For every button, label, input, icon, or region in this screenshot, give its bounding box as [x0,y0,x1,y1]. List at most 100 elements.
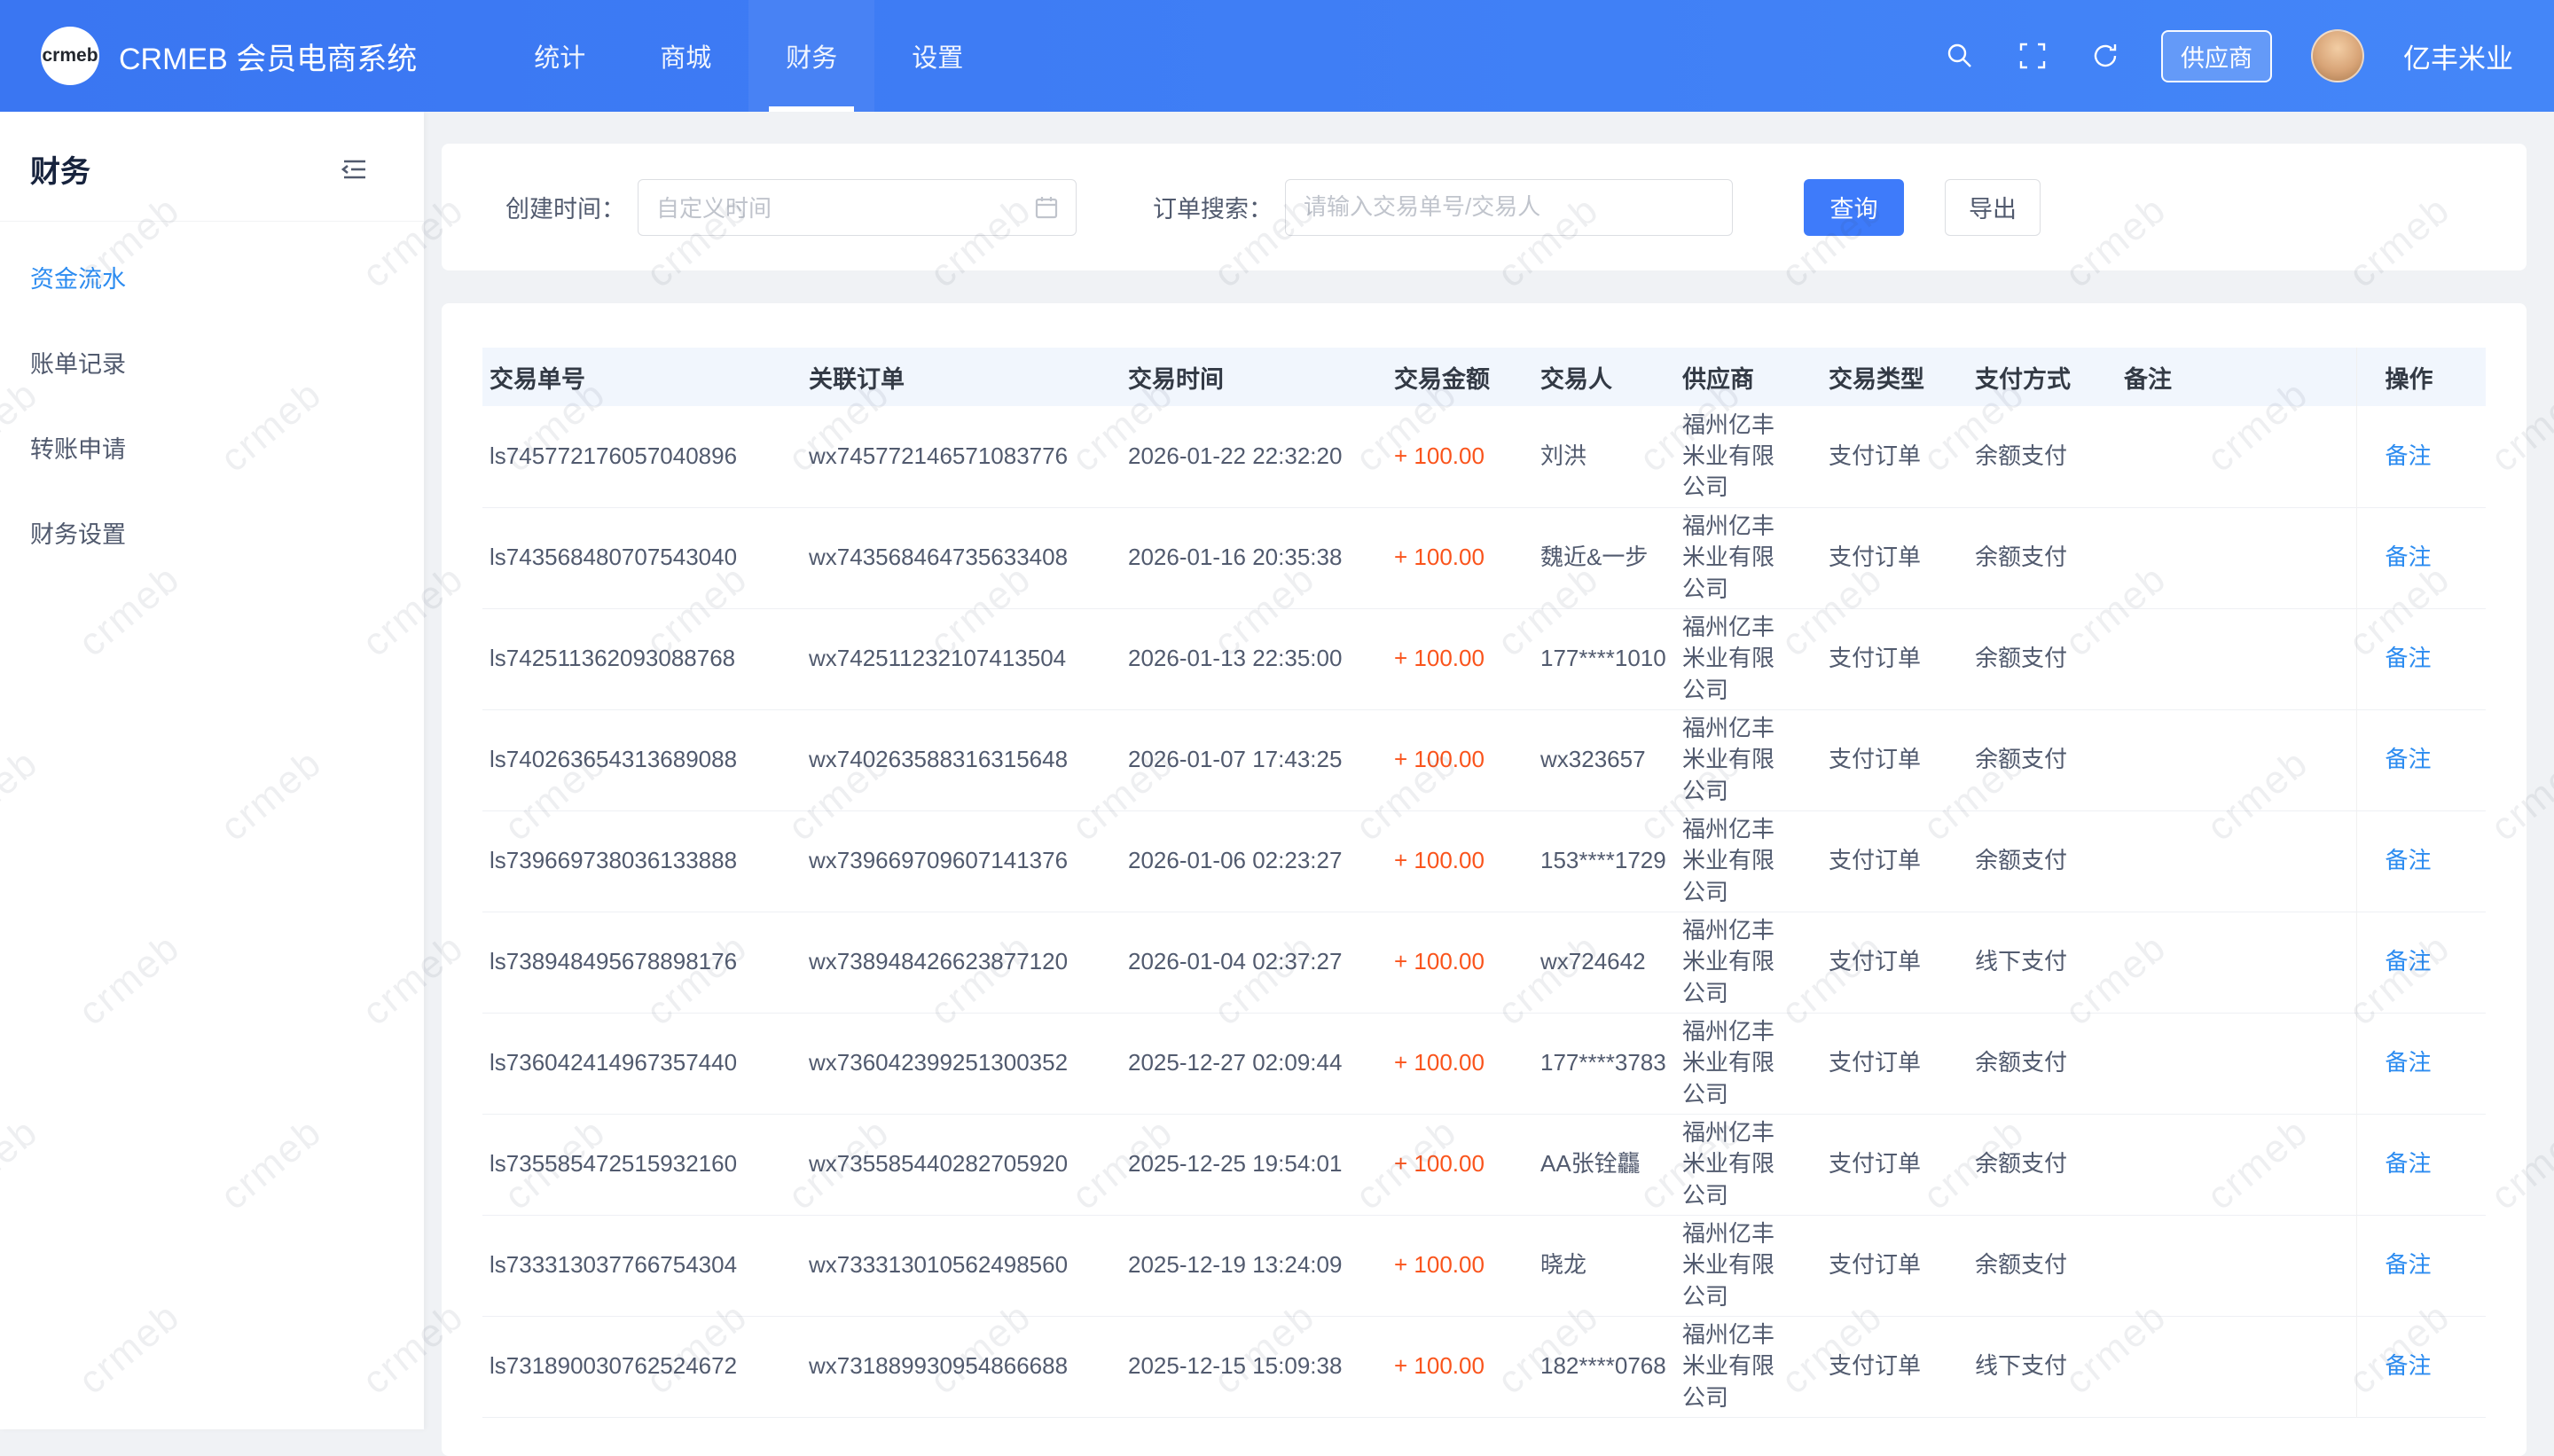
cell-type: 支付订单 [1821,1215,1968,1316]
remark-link[interactable]: 备注 [2386,746,2432,772]
cell-time: 2026-01-13 22:35:00 [1121,608,1387,709]
cell-pay-method: 余额支付 [1968,1013,2117,1114]
nav-tab[interactable]: 商城 [623,0,748,112]
cell-related-order: wx739669709607141376 [802,810,1121,912]
top-navbar: crmeb CRMEB 会员电商系统 统计 商城 财务 设置 [0,0,2554,112]
cell-order-no: ls740263654313689088 [482,709,802,810]
cell-related-order: wx733313010562498560 [802,1215,1121,1316]
col-actions: 操作 [2356,348,2486,406]
table-row: ls738948495678898176 wx73894842662387712… [482,912,2486,1013]
transactions-card: 交易单号 关联订单 交易时间 交易金额 交易人 供应商 交易类型 支付方式 备注… [442,303,2527,1456]
col-remark: 备注 [2117,348,2356,406]
remark-link[interactable]: 备注 [2386,1352,2432,1379]
sidebar-menu-item-label: 财务设置 [30,515,126,550]
fullscreen-icon[interactable] [2016,39,2049,73]
cell-time: 2026-01-06 02:23:27 [1121,810,1387,912]
cell-trader: 153****1729 [1533,810,1675,912]
remark-link[interactable]: 备注 [2386,544,2432,570]
cell-trader: wx724642 [1533,912,1675,1013]
nav-tab[interactable]: 财务 [748,0,874,112]
sidebar-title: 财务 [30,147,90,191]
sidebar-menu: 资金流水 账单记录 转账申请 财务设置 [0,222,424,575]
search-icon[interactable] [1943,39,1977,73]
sidebar-menu-item[interactable]: 资金流水 [0,234,424,319]
cell-supplier: 福州亿丰米业有限公司 [1675,1215,1821,1316]
cell-time: 2025-12-27 02:09:44 [1121,1013,1387,1114]
cell-pay-method: 线下支付 [1968,912,2117,1013]
export-button[interactable]: 导出 [1945,179,2041,236]
cell-supplier: 福州亿丰米业有限公司 [1675,1316,1821,1417]
username[interactable]: 亿丰米业 [2403,36,2513,76]
nav-tab-label: 财务 [786,37,837,74]
cell-order-no: ls736042414967357440 [482,1013,802,1114]
cell-pay-method: 余额支付 [1968,608,2117,709]
remark-link[interactable]: 备注 [2386,948,2432,975]
cell-remark [2117,1114,2356,1215]
cell-amount: + 100.00 [1387,1316,1533,1417]
cell-order-no: ls742511362093088768 [482,608,802,709]
cell-remark [2117,1215,2356,1316]
remark-link[interactable]: 备注 [2386,645,2432,671]
cell-related-order: wx736042399251300352 [802,1013,1121,1114]
remark-link[interactable]: 备注 [2386,1150,2432,1177]
cell-pay-method: 余额支付 [1968,507,2117,608]
sidebar-menu-item[interactable]: 账单记录 [0,319,424,404]
remark-link[interactable]: 备注 [2386,1251,2432,1278]
sidebar-menu-item[interactable]: 转账申请 [0,404,424,489]
col-related-order: 关联订单 [802,348,1121,406]
cell-related-order: wx735585440282705920 [802,1114,1121,1215]
cell-amount: + 100.00 [1387,608,1533,709]
cell-type: 支付订单 [1821,406,1968,507]
cell-type: 支付订单 [1821,810,1968,912]
table-row: ls736042414967357440 wx73604239925130035… [482,1013,2486,1114]
calendar-icon [1033,194,1060,221]
table-header-row: 交易单号 关联订单 交易时间 交易金额 交易人 供应商 交易类型 支付方式 备注… [482,348,2486,406]
date-placeholder: 自定义时间 [656,191,772,223]
cell-related-order: wx740263588316315648 [802,709,1121,810]
cell-trader: 177****3783 [1533,1013,1675,1114]
cell-remark [2117,912,2356,1013]
cell-actions: 备注 [2356,709,2486,810]
logo-text: crmeb [42,45,98,67]
cell-remark [2117,406,2356,507]
cell-remark [2117,810,2356,912]
remark-link[interactable]: 备注 [2386,847,2432,873]
cell-amount: + 100.00 [1387,709,1533,810]
order-search-input[interactable] [1285,179,1733,236]
table-row: ls743568480707543040 wx74356846473563340… [482,507,2486,608]
cell-actions: 备注 [2356,1316,2486,1417]
nav-tab-label: 统计 [534,37,585,74]
remark-link[interactable]: 备注 [2386,442,2432,469]
cell-pay-method: 线下支付 [1968,1316,2117,1417]
transactions-table: 交易单号 关联订单 交易时间 交易金额 交易人 供应商 交易类型 支付方式 备注… [482,348,2486,1418]
query-button[interactable]: 查询 [1804,179,1904,236]
col-trader: 交易人 [1533,348,1675,406]
cell-remark [2117,1013,2356,1114]
main-nav: 统计 商城 财务 设置 [497,0,1000,112]
cell-related-order: wx745772146571083776 [802,406,1121,507]
cell-order-no: ls731890030762524672 [482,1316,802,1417]
cell-type: 支付订单 [1821,709,1968,810]
main-content: 创建时间： 自定义时间 订单搜索： 查询 导出 [424,112,2554,1429]
remark-link[interactable]: 备注 [2386,1049,2432,1076]
create-time-label: 创建时间： [505,190,625,224]
supplier-badge[interactable]: 供应商 [2161,30,2272,82]
col-time: 交易时间 [1121,348,1387,406]
cell-type: 支付订单 [1821,507,1968,608]
refresh-icon[interactable] [2088,39,2122,73]
sidebar-menu-item[interactable]: 财务设置 [0,489,424,575]
order-search-label: 订单搜索： [1153,190,1273,224]
collapse-menu-icon[interactable] [339,153,371,185]
nav-tab[interactable]: 设置 [874,0,1000,112]
table-row: ls745772176057040896 wx74577214657108377… [482,406,2486,507]
cell-supplier: 福州亿丰米业有限公司 [1675,810,1821,912]
cell-order-no: ls738948495678898176 [482,912,802,1013]
nav-tab[interactable]: 统计 [497,0,623,112]
user-avatar[interactable] [2311,29,2364,82]
cell-supplier: 福州亿丰米业有限公司 [1675,709,1821,810]
cell-trader: wx323657 [1533,709,1675,810]
cell-amount: + 100.00 [1387,406,1533,507]
date-range-input[interactable]: 自定义时间 [638,179,1077,236]
cell-remark [2117,507,2356,608]
cell-actions: 备注 [2356,406,2486,507]
